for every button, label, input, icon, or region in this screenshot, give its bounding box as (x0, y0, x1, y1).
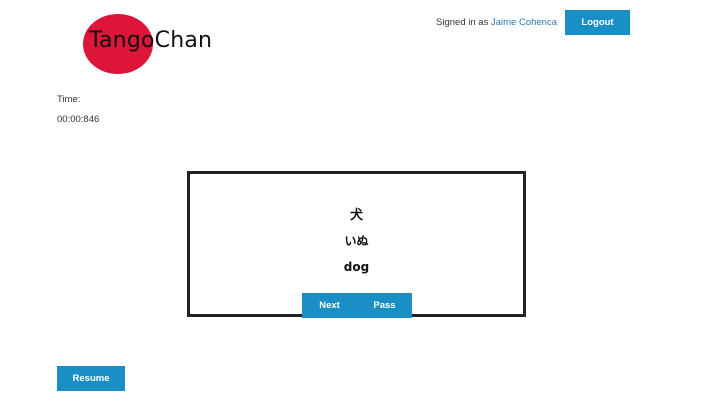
username-link[interactable]: Jaime Cohenca (491, 17, 557, 28)
app-logo: TangoChan (83, 14, 212, 74)
card-meaning: dog (343, 260, 370, 274)
logout-button[interactable]: Logout (565, 10, 630, 35)
signed-in-status: Signed in as Jaime Cohenca (436, 17, 557, 28)
next-button[interactable]: Next (302, 293, 357, 318)
timer-value: 00:00:846 (57, 114, 100, 125)
logo-text: TangoChan (89, 28, 213, 53)
card-kana: いぬ (344, 234, 369, 248)
resume-button[interactable]: Resume (57, 366, 125, 391)
pass-button[interactable]: Pass (357, 293, 412, 318)
timer-label: Time: (57, 94, 81, 105)
signed-in-prefix: Signed in as (436, 17, 489, 28)
card-kanji: 犬 (349, 208, 363, 223)
